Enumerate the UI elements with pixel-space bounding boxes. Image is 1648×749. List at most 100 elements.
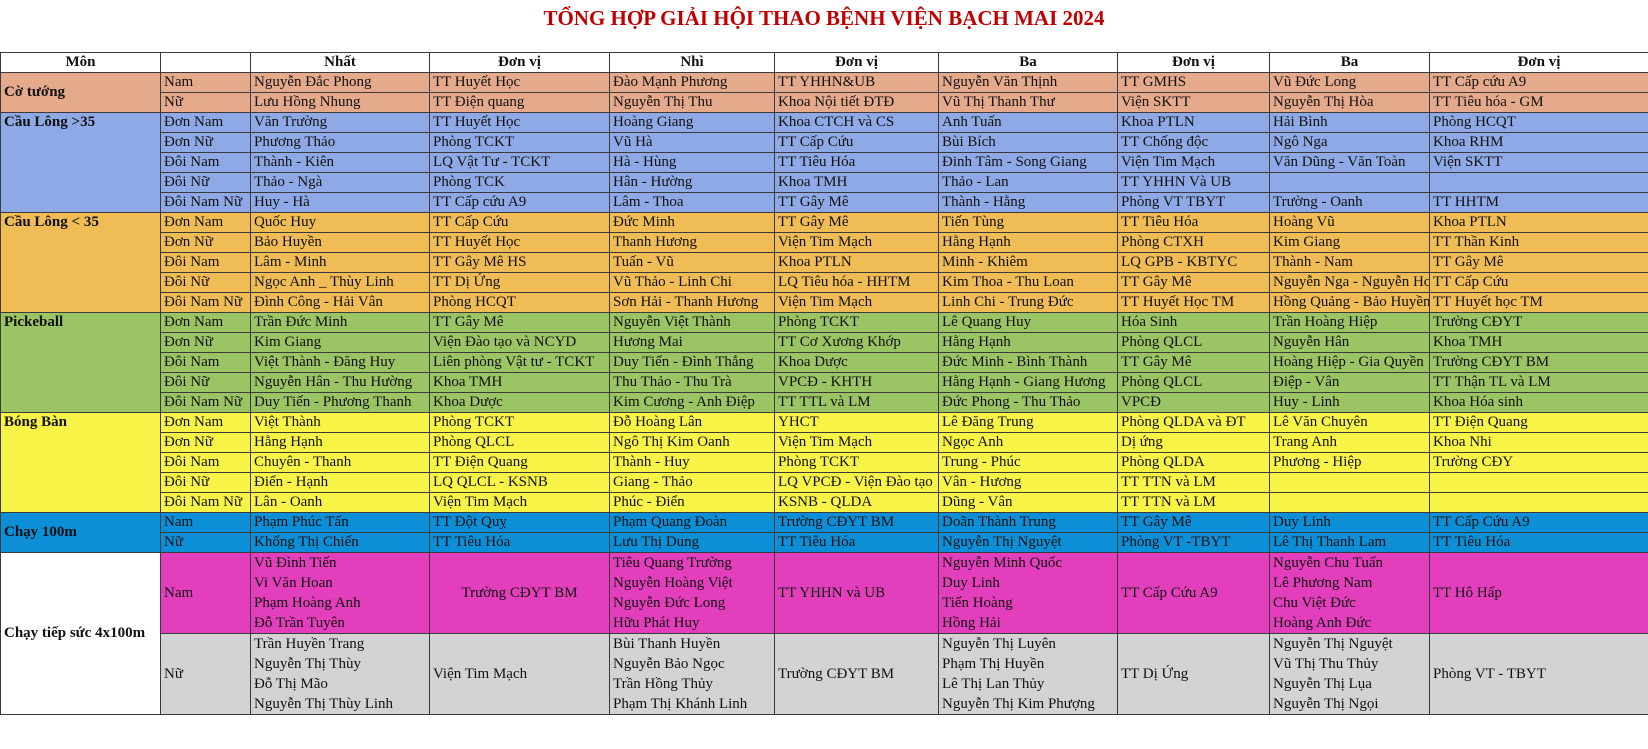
winner-cell: Việt Thành - Đăng Huy (250, 352, 430, 373)
winner-cell: Nguyễn Thị Nguyệt (938, 532, 1118, 553)
winner-cell: Trường - Oanh (1269, 192, 1430, 213)
unit-cell: TT Gây Mê (774, 212, 939, 233)
unit-cell: Viện Tim Mạch (774, 292, 939, 313)
unit-cell: TT Cấp cứu A9 (429, 192, 610, 213)
relay-member: Đỗ Trần Tuyên (254, 615, 345, 631)
table-row: Đôi Nam Việt Thành - Đăng Huy Liên phòng V… (1, 352, 1648, 373)
category-cell: Nữ (160, 92, 251, 113)
winner-cell: Chuyên - Thanh (250, 452, 430, 473)
unit-cell: TT YHHN và UB (774, 552, 939, 634)
relay-member: Nguyễn Chu Tuấn (1273, 555, 1384, 571)
winner-cell: Đức Phong - Thu Thảo (938, 392, 1118, 413)
sheet-title: TỔNG HỢP GIẢI HỘI THAO BỆNH VIỆN BẠCH MA… (543, 6, 1105, 30)
winner-cell: Tuấn - Vũ (609, 252, 775, 273)
unit-cell: Khoa PTLN (1117, 112, 1270, 133)
table-row: Đôi Nam Lâm - Minh TT Gây Mê HS Tuấn - Vũ Kh… (1, 252, 1648, 273)
winner-cell: Thanh Hương (609, 232, 775, 253)
sport-cell: Cầu Lông < 35 (0, 212, 161, 313)
header-cell: Đơn vị (1429, 52, 1648, 73)
unit-cell: TT Tiêu Hóa (774, 532, 939, 553)
table-row: Cầu Lông >35 Đơn Nam Văn Trường TT Huyết Họ… (0, 112, 1648, 213)
relay-member: Nguyễn Hoàng Việt (613, 575, 733, 591)
unit-cell: YHCT (774, 412, 939, 433)
unit-cell: TT Cấp Cứu (1429, 272, 1648, 293)
winner-cell: Lâm - Thoa (609, 192, 775, 213)
unit-cell: TT TTN và LM (1117, 492, 1270, 513)
unit-cell: TT Huyết Học (429, 72, 610, 93)
category-cell: Đôi Nam Nữ (160, 392, 251, 413)
unit-cell: Phòng QLDA (1117, 452, 1270, 473)
relay-team-cell: Trần Huyền Trang Nguyễn Thị Thùy Đỗ Thị … (250, 633, 430, 715)
winner-cell: Kim Cương - Anh Điệp (609, 392, 775, 413)
unit-cell: Dị ứng (1117, 432, 1270, 453)
relay-team-cell: Nguyễn Minh Quốc Duy Linh Tiến Hoàng Hồn… (938, 552, 1118, 634)
winner-cell: Ngô Thị Kim Oanh (609, 432, 775, 453)
winner-cell: Nguyễn Nga - Nguyễn Hoa (1269, 272, 1430, 293)
unit-cell: TT Gây Mê (1429, 252, 1648, 273)
unit-cell: KSNB - QLDA (774, 492, 939, 513)
table-row: Cờ tướng Nam Nguyễn Đắc Phong TT Huyết Học Đ… (0, 72, 1648, 113)
winner-cell: Nguyễn Việt Thành (609, 312, 775, 333)
table-row: Đôi Nữ Ngọc Anh _ Thùy Linh TT Dị Ứng Vũ Th… (1, 272, 1648, 293)
winner-cell: Phạm Quang Đoàn (609, 512, 775, 533)
relay-member: Phạm Thị Khánh Linh (613, 696, 748, 712)
header-cell: Đơn vị (1117, 52, 1270, 73)
category-cell: Đôi Nữ (160, 372, 251, 393)
header-cell: Ba (1269, 52, 1430, 73)
category-cell: Đôi Nam Nữ (160, 192, 251, 213)
table-row: Nữ Lưu Hồng Nhung TT Điện quang Nguyễn Thị … (1, 92, 1648, 113)
category-cell: Đôi Nam Nữ (160, 292, 251, 313)
relay-member: Vi Văn Hoan (254, 575, 333, 591)
unit-cell: Phòng HCQT (1429, 112, 1648, 133)
unit-cell: Viện Tim Mạch (774, 432, 939, 453)
category-cell: Đơn Nữ (160, 232, 251, 253)
relay-member: Nguyễn Thị Ngọi (1273, 696, 1379, 712)
unit-cell: TT Tiêu Hóa (774, 152, 939, 173)
header-cell: Đơn vị (429, 52, 610, 73)
unit-cell: TT Điện quang (429, 92, 610, 113)
relay-member: Phạm Thị Huyền (942, 656, 1045, 672)
table-row: Đôi Nữ Nguyễn Hân - Thu Hường Khoa TMH Thu … (1, 372, 1648, 393)
winner-cell: Nguyễn Thị Hòa (1269, 92, 1430, 113)
winner-cell: Tiến Tùng (938, 212, 1118, 233)
table-row: Đôi Nam Nữ Lân - Oanh Viện Tim Mạch Phúc - … (1, 492, 1648, 513)
winner-cell: Bùi Bích (938, 132, 1118, 153)
winner-cell: Lê Văn Chuyên (1269, 412, 1430, 433)
winner-cell: Lê Đăng Trung (938, 412, 1118, 433)
table-row: Đôi Nam Nữ Duy Tiến - Phương Thanh Khoa Dư… (1, 392, 1648, 413)
winner-cell: Điệp - Vân (1269, 372, 1430, 393)
sport-cell: Pickeball (0, 312, 161, 413)
category-cell: Đôi Nữ (160, 272, 251, 293)
unit-cell: Phòng VT - TBYT (1429, 633, 1648, 715)
unit-cell: TT Tiêu hóa - GM (1429, 92, 1648, 113)
winner-cell: Đức Minh (609, 212, 775, 233)
table-row: Đôi Nữ Thảo - Ngà Phòng TCK Hân - Hường Khoa… (1, 172, 1648, 193)
winner-cell: Trang Anh (1269, 432, 1430, 453)
winner-cell: Linh Chi - Trung Đức (938, 292, 1118, 313)
relay-member: Lê Phương Nam (1273, 575, 1373, 591)
unit-cell: TT HHTM (1429, 192, 1648, 213)
unit-cell: TT Cấp Cứu A9 (1429, 512, 1648, 533)
header-cell: Đơn vị (774, 52, 939, 73)
winner-cell: Sơn Hải - Thanh Hương (609, 292, 775, 313)
table-row: Bóng Bàn Đơn Nam Việt Thành Phòng TCKT Đỗ Ho… (0, 412, 1648, 513)
table-row: Đơn Nữ Bảo Huyền TT Huyết Học Thanh Hương Vi… (1, 232, 1648, 253)
relay-member: Nguyễn Thị Lụa (1273, 676, 1372, 692)
winner-cell: Việt Thành (250, 412, 430, 433)
relay-team-cell: Bùi Thanh Huyền Nguyễn Bảo Ngọc Trần Hồn… (609, 633, 775, 715)
unit-cell: LQ GPB - KBTYC (1117, 252, 1270, 273)
winner-cell: Nguyễn Đắc Phong (250, 72, 430, 93)
winner-cell: Thảo - Lan (938, 172, 1118, 193)
winner-cell: Nguyễn Hân (1269, 332, 1430, 353)
unit-cell: TT TTN và LM (1117, 472, 1270, 493)
unit-cell: Phòng TCKT (429, 132, 610, 153)
winner-cell: Vân - Hương (938, 472, 1118, 493)
unit-cell (1429, 492, 1648, 513)
unit-cell: Trường CĐYT BM (1429, 352, 1648, 373)
winner-cell: Đức Minh - Bình Thành (938, 352, 1118, 373)
unit-cell: TT Cấp Cứu A9 (1117, 552, 1270, 634)
unit-cell: Khoa PTLN (1429, 212, 1648, 233)
winner-cell: Hải Bình (1269, 112, 1430, 133)
unit-cell: TT Gây Mê (1117, 272, 1270, 293)
winner-cell: Trung - Phúc (938, 452, 1118, 473)
